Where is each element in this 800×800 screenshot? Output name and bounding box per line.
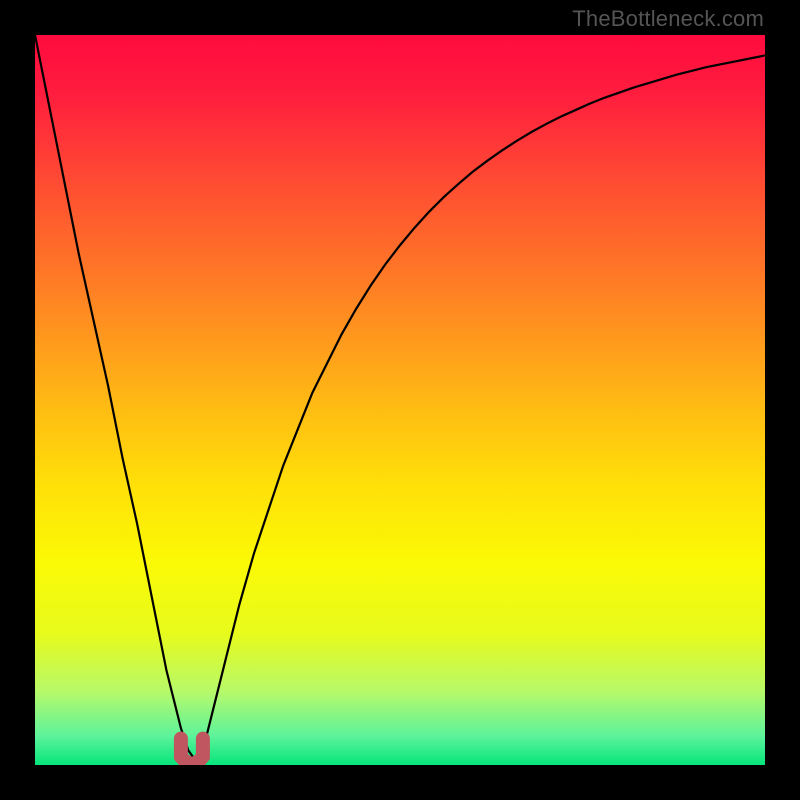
watermark-text: TheBottleneck.com (572, 6, 764, 32)
plot-area (35, 35, 765, 765)
chart-frame: TheBottleneck.com (0, 0, 800, 800)
chart-svg (35, 35, 765, 765)
gradient-background (35, 35, 765, 765)
